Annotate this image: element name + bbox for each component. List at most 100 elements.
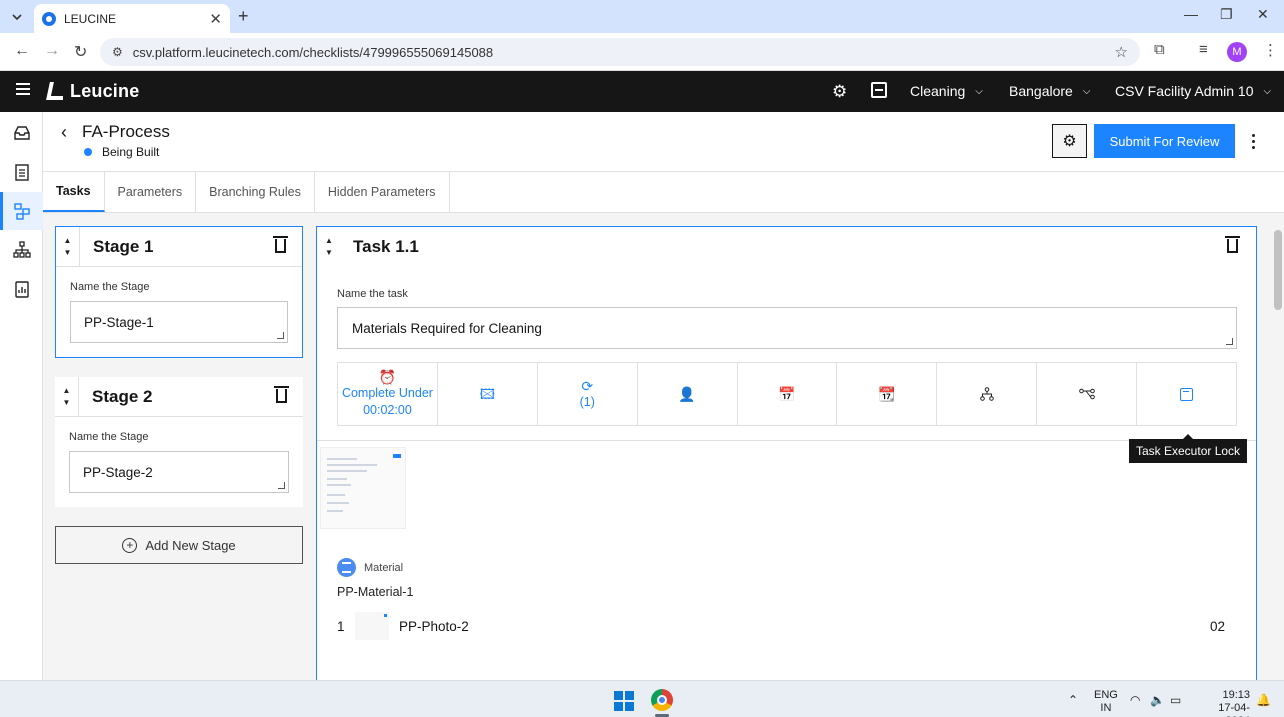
media-control-icon[interactable]: ≡ <box>1199 41 1208 58</box>
chrome-icon[interactable] <box>651 689 673 711</box>
address-bar[interactable]: ⚙ csv.platform.leucinetech.com/checklist… <box>100 38 1140 66</box>
alarm-clock-icon: ⏰ <box>378 369 397 385</box>
forward-button[interactable]: → <box>44 42 60 60</box>
executor-lock-icon <box>1180 387 1194 401</box>
move-up-icon[interactable]: ▲ <box>64 235 72 247</box>
battery-icon[interactable]: ▭ <box>1170 693 1181 707</box>
task-properties-toolbar: ⏰ Complete Under 00:02:00 🖾 ⟳ (1) 👤 📅 📆 <box>337 362 1237 426</box>
reorder-arrows[interactable]: ▲ ▼ <box>56 226 80 267</box>
chevron-up-icon[interactable]: ⌃ <box>1068 693 1078 707</box>
delete-task-icon[interactable] <box>1225 236 1240 253</box>
due-date-property[interactable]: 📆 <box>837 363 938 425</box>
user-label: CSV Facility Admin 10 <box>1115 83 1254 99</box>
add-new-stage-button[interactable]: + Add New Stage <box>55 526 303 564</box>
task-name-input[interactable]: Materials Required for Cleaning <box>337 307 1237 349</box>
stage-name-input[interactable]: PP-Stage-2 <box>69 451 289 493</box>
language-indicator[interactable]: ENG IN <box>1094 689 1118 715</box>
close-tab-icon[interactable]: ✕ <box>209 10 222 28</box>
move-down-icon[interactable]: ▼ <box>64 247 72 259</box>
material-section-header: Material <box>337 558 403 577</box>
windows-taskbar: ⌃ ENG IN ◠ 🔈 ▭ 19:13 17-04-2024 🔔 <box>0 680 1284 717</box>
reports-icon[interactable] <box>0 270 43 308</box>
use-case-dropdown[interactable]: Cleaning ⌵ <box>910 83 983 99</box>
material-item-name: PP-Photo-2 <box>399 618 469 634</box>
browser-tab-strip: LEUCINE ✕ + — ❐ ✕ <box>0 0 1284 33</box>
user-dropdown[interactable]: CSV Facility Admin 10 ⌵ <box>1115 83 1271 99</box>
tooltip: Task Executor Lock <box>1129 434 1248 463</box>
tab-tasks[interactable]: Tasks <box>43 172 105 212</box>
scrollbar[interactable] <box>1274 230 1282 310</box>
back-arrow-icon[interactable]: ‹ <box>61 122 67 143</box>
move-down-icon[interactable]: ▼ <box>63 397 71 409</box>
stage-card[interactable]: ▲ ▼ Stage 1 Name the Stage PP-Stage-1 <box>55 226 303 358</box>
hamburger-menu-icon[interactable] <box>16 83 30 95</box>
stage-name-label: Name the Stage <box>69 431 149 443</box>
hierarchy-property[interactable] <box>937 363 1038 425</box>
minimize-window-button[interactable]: — <box>1184 6 1198 22</box>
task-name-label: Name the task <box>337 288 408 300</box>
settings-button[interactable]: ⚙ <box>1052 124 1087 158</box>
tab-search-button[interactable] <box>6 6 28 28</box>
reorder-arrows[interactable]: ▲ ▼ <box>55 376 79 417</box>
browser-menu-icon[interactable]: ⋮ <box>1263 41 1278 59</box>
branching-property[interactable] <box>1037 363 1138 425</box>
recurrence-property[interactable]: ⟳ (1) <box>538 363 638 425</box>
add-circle-icon: + <box>122 537 138 553</box>
restore-window-button[interactable]: ❐ <box>1220 6 1233 23</box>
gear-icon[interactable]: ⚙ <box>832 82 847 102</box>
prototype-builder-icon[interactable] <box>0 192 43 230</box>
reorder-arrows[interactable]: ▲ ▼ <box>317 227 341 267</box>
windows-start-icon[interactable] <box>614 691 634 711</box>
new-tab-button[interactable]: + <box>238 6 249 27</box>
delete-stage-icon[interactable] <box>274 386 289 403</box>
submit-for-review-button[interactable]: Submit For Review <box>1094 124 1235 158</box>
notification-bell-icon[interactable]: 🔔 <box>1256 693 1271 707</box>
volume-icon[interactable]: 🔈 <box>1150 693 1165 707</box>
move-down-icon[interactable]: ▼ <box>325 247 333 259</box>
checklist-icon[interactable] <box>0 153 43 191</box>
task-card[interactable]: ▲ ▼ Task 1.1 Name the task Materials Req… <box>316 226 1257 680</box>
material-row: 1 PP-Photo-2 02 <box>337 611 1237 641</box>
reload-button[interactable]: ↻ <box>74 42 87 62</box>
back-button[interactable]: ← <box>14 42 30 60</box>
stage-card[interactable]: ▲ ▼ Stage 2 Name the Stage PP-Stage-2 <box>55 376 303 507</box>
leucine-logo[interactable]: Leucine <box>46 81 139 102</box>
leucine-favicon-icon <box>42 11 56 26</box>
media-property[interactable]: 🖾 <box>438 363 538 425</box>
left-nav-rail <box>0 112 43 680</box>
branch-flow-icon <box>1078 388 1095 400</box>
task-executor-lock-property[interactable] <box>1137 363 1236 425</box>
move-up-icon[interactable]: ▲ <box>325 235 333 247</box>
site-info-icon[interactable]: ⚙ <box>112 45 123 59</box>
status-text: Being Built <box>102 145 160 159</box>
profile-avatar[interactable]: M <box>1227 42 1247 62</box>
stage-name-input[interactable]: PP-Stage-1 <box>70 301 288 343</box>
task-title: Task 1.1 <box>353 237 419 256</box>
scan-icon[interactable] <box>871 82 887 98</box>
extensions-icon[interactable]: ⧉ <box>1154 41 1165 58</box>
clock-date: 17-04-2024 <box>1218 702 1250 717</box>
clock[interactable]: 19:13 17-04-2024 <box>1196 689 1250 717</box>
browser-tab[interactable]: LEUCINE ✕ <box>34 4 230 33</box>
timer-property[interactable]: ⏰ Complete Under 00:02:00 <box>338 363 438 425</box>
material-photo-thumbnail[interactable] <box>355 612 389 640</box>
wifi-icon[interactable]: ◠ <box>1130 693 1140 707</box>
move-up-icon[interactable]: ▲ <box>63 385 71 397</box>
bookmark-star-icon[interactable]: ☆ <box>1115 43 1128 61</box>
status-dot-icon <box>84 148 92 156</box>
tab-hidden-parameters[interactable]: Hidden Parameters <box>315 172 450 212</box>
delete-stage-icon[interactable] <box>273 236 288 253</box>
facility-dropdown[interactable]: Bangalore ⌵ <box>1009 83 1090 99</box>
app-header: Leucine ⚙ Cleaning ⌵ Bangalore ⌵ CSV Fac… <box>0 71 1284 112</box>
tab-branching-rules[interactable]: Branching Rules <box>196 172 315 212</box>
close-window-button[interactable]: ✕ <box>1257 6 1269 23</box>
more-options-icon[interactable] <box>1243 127 1263 155</box>
media-thumbnail[interactable] <box>320 447 406 529</box>
assignee-property[interactable]: 👤 <box>638 363 738 425</box>
inbox-icon[interactable] <box>0 114 43 152</box>
ontology-tree-icon[interactable] <box>0 231 43 269</box>
browser-tab-title: LEUCINE <box>64 11 117 26</box>
tab-parameters[interactable]: Parameters <box>105 172 197 212</box>
schedule-property[interactable]: 📅 <box>738 363 838 425</box>
stage-title: Stage 2 <box>92 386 153 406</box>
